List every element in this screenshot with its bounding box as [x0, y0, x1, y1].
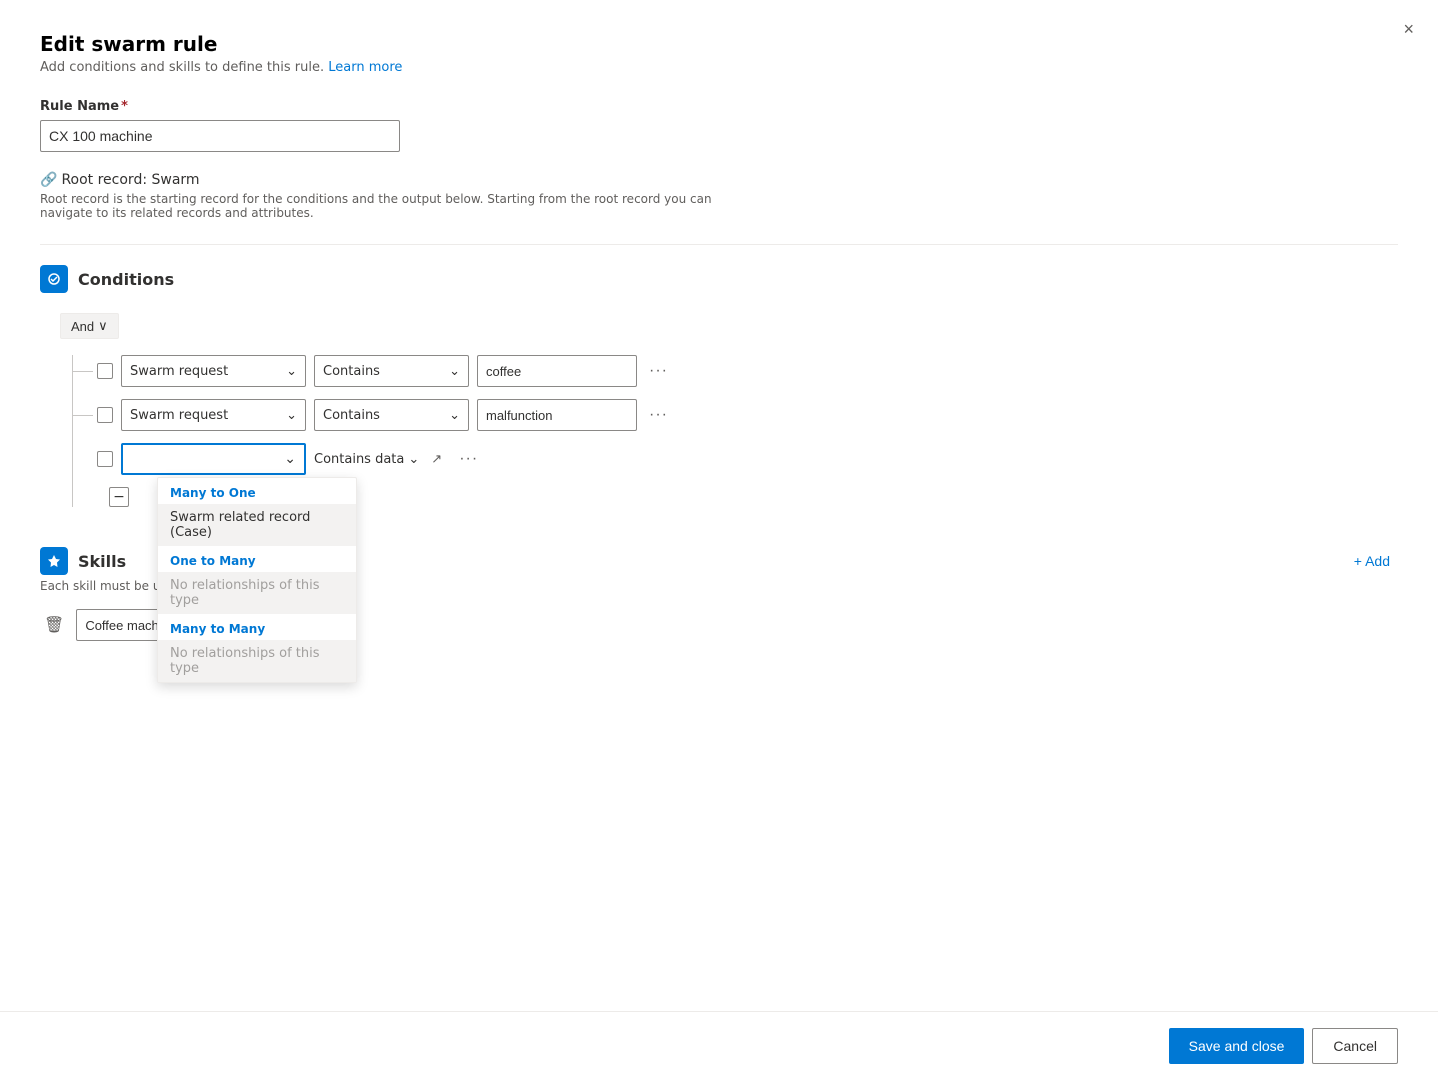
root-record-section: 🔗 Root record: Swarm Root record is the … [40, 172, 1398, 220]
chevron-down-icon: ⌄ [449, 364, 460, 379]
menu-group-many-to-one: Many to One [158, 478, 356, 504]
condition1-operator-dropdown[interactable]: Contains ⌄ [314, 355, 469, 387]
condition2-more-button[interactable]: ··· [645, 402, 672, 428]
save-close-button[interactable]: Save and close [1169, 1028, 1305, 1064]
menu-item-case[interactable]: Swarm related record (Case) [158, 504, 356, 546]
close-button[interactable]: × [1399, 16, 1418, 42]
rule-name-input[interactable] [40, 120, 400, 152]
add-skill-button[interactable]: + Add [1346, 549, 1398, 573]
chevron-down-icon: ⌄ [284, 451, 296, 467]
condition1-field-dropdown[interactable]: Swarm request ⌄ [121, 355, 306, 387]
condition3-field-dropdown[interactable]: ⌄ [121, 443, 306, 475]
chevron-icon: ∨ [98, 318, 108, 334]
condition3-operator-dropdown[interactable]: Contains data ⌄ [314, 452, 419, 467]
menu-note-one-to-many: No relationships of this type [158, 572, 356, 614]
rule-name-label: Rule Name* [40, 99, 1398, 114]
dialog-title: Edit swarm rule [40, 32, 1398, 56]
dialog-subtitle: Add conditions and skills to define this… [40, 60, 1398, 75]
root-record-icon: 🔗 [40, 172, 57, 188]
field-dropdown-menu: Many to One Swarm related record (Case) … [157, 477, 357, 683]
root-record-description: Root record is the starting record for t… [40, 192, 740, 220]
root-record-label: 🔗 Root record: Swarm [40, 172, 1398, 188]
conditions-header: Conditions [40, 265, 1398, 293]
chevron-down-icon: ⌄ [286, 364, 297, 379]
expand-button[interactable]: ↗ [427, 447, 447, 471]
chevron-down-icon: ⌄ [286, 408, 297, 423]
minus-button[interactable]: − [109, 487, 129, 507]
skills-icon [40, 547, 68, 575]
condition2-operator-dropdown[interactable]: Contains ⌄ [314, 399, 469, 431]
condition3-more-button[interactable]: ··· [455, 446, 482, 472]
condition3-checkbox[interactable] [97, 451, 113, 467]
condition-row-1: Swarm request ⌄ Contains ⌄ ··· [97, 355, 1398, 387]
condition2-field-dropdown[interactable]: Swarm request ⌄ [121, 399, 306, 431]
cancel-button[interactable]: Cancel [1312, 1028, 1398, 1064]
skills-title: Skills [78, 552, 126, 571]
and-button[interactable]: And ∨ [60, 313, 119, 339]
divider [40, 244, 1398, 245]
skills-header-left: Skills [40, 547, 126, 575]
condition1-value-input[interactable] [477, 355, 637, 387]
conditions-area: And ∨ Swarm request ⌄ Contains ⌄ ··· [60, 313, 1398, 507]
condition-row-3: ⌄ Contains data ⌄ ↗ ··· [97, 443, 1398, 475]
chevron-down-icon: ⌄ [449, 408, 460, 423]
conditions-icon [40, 265, 68, 293]
subtitle-text: Add conditions and skills to define this… [40, 60, 328, 75]
delete-skill-button[interactable]: 🗑 [40, 611, 68, 639]
menu-note-many-to-many: No relationships of this type [158, 640, 356, 682]
dialog-container: × Edit swarm rule Add conditions and ski… [0, 0, 1438, 1080]
required-indicator: * [121, 99, 128, 114]
conditions-title: Conditions [78, 270, 174, 289]
condition2-checkbox[interactable] [97, 407, 113, 423]
condition-row-3-wrapper: ⌄ Contains data ⌄ ↗ ··· Many to One Swar… [97, 443, 1398, 475]
condition1-checkbox[interactable] [97, 363, 113, 379]
learn-more-link[interactable]: Learn more [328, 60, 402, 75]
menu-group-one-to-many: One to Many [158, 546, 356, 572]
condition1-more-button[interactable]: ··· [645, 358, 672, 384]
footer-actions: Save and close Cancel [0, 1011, 1438, 1080]
condition2-value-input[interactable] [477, 399, 637, 431]
chevron-down-icon: ⌄ [408, 452, 419, 467]
conditions-group: Swarm request ⌄ Contains ⌄ ··· Swarm req… [72, 355, 1398, 507]
menu-group-many-to-many: Many to Many [158, 614, 356, 640]
condition-row-2: Swarm request ⌄ Contains ⌄ ··· [97, 399, 1398, 431]
